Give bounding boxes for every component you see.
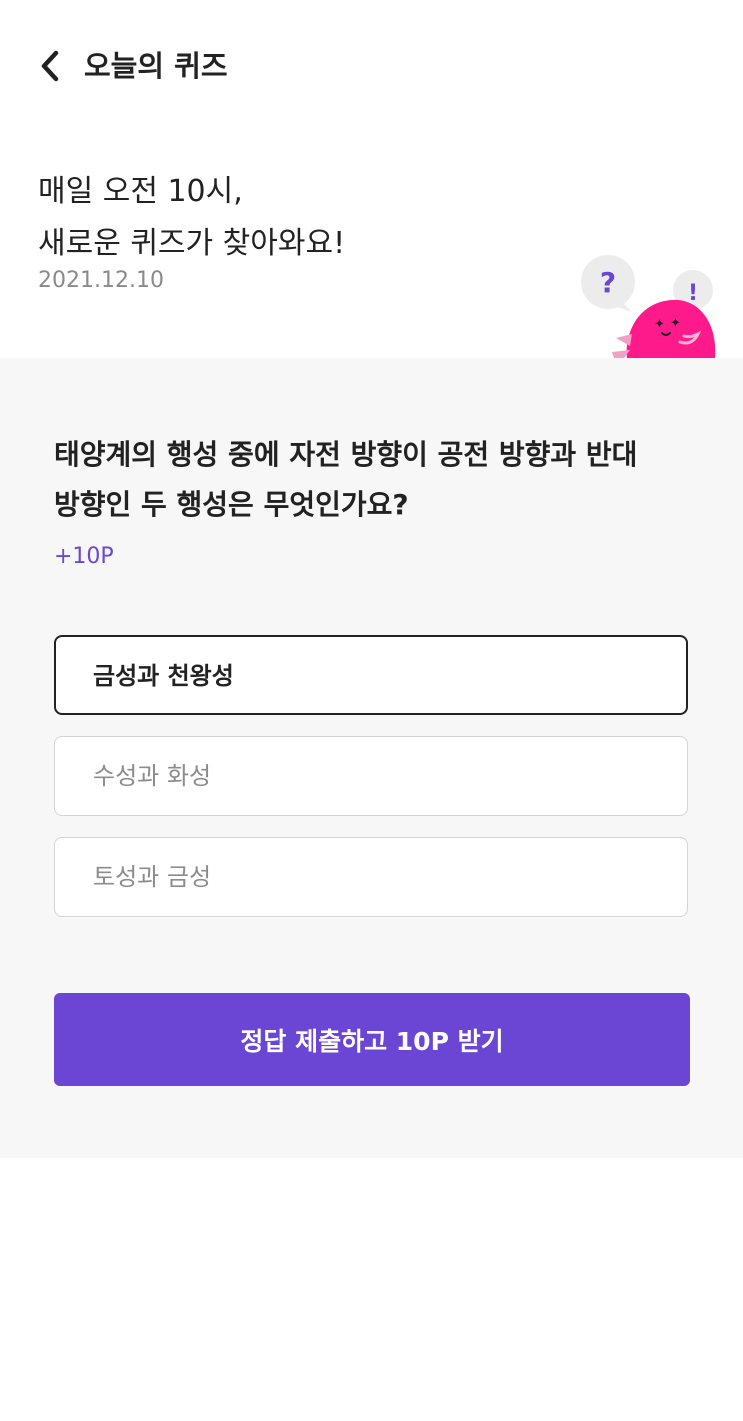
headline-line-2: 새로운 퀴즈가 찾아와요! [38,226,346,261]
quiz-mascot-illustration: ? ! ✦ ✦ [581,255,716,358]
svg-text:✦: ✦ [654,317,665,332]
svg-text:!: ! [688,281,698,306]
quiz-panel: 태양계의 행성 중에 자전 방향이 공전 방향과 반대 방향인 두 행성은 무엇… [0,358,743,1158]
app-header: 오늘의 퀴즈 [0,0,743,130]
question-line-2: 방향인 두 행성은 무엇인가요? [54,488,409,521]
answer-option-label: 수성과 화성 [93,762,212,790]
quiz-date: 2021.12.10 [38,268,164,293]
answer-option-2[interactable]: 수성과 화성 [54,736,688,816]
answer-option-3[interactable]: 토성과 금성 [54,837,688,917]
submit-button-label: 정답 제출하고 10P 받기 [240,1026,504,1056]
answer-option-label: 금성과 천왕성 [93,662,234,690]
question-bubble-icon: ? [581,255,635,312]
quiz-question: 태양계의 행성 중에 자전 방향이 공전 방향과 반대 방향인 두 행성은 무엇… [54,430,704,530]
answer-option-label: 토성과 금성 [93,863,212,891]
svg-text:?: ? [600,266,616,299]
answer-option-1[interactable]: 금성과 천왕성 [54,635,688,715]
headline-line-1: 매일 오전 10시, [38,174,243,209]
svg-text:✦: ✦ [670,316,681,331]
quiz-intro: 매일 오전 10시, 새로운 퀴즈가 찾아와요! 2021.12.10 ? ! … [0,130,743,358]
question-line-1: 태양계의 행성 중에 자전 방향이 공전 방향과 반대 [54,438,638,471]
points-badge: +10P [54,544,114,569]
submit-answer-button[interactable]: 정답 제출하고 10P 받기 [54,993,690,1086]
chevron-left-icon [41,50,59,82]
back-button[interactable] [30,46,70,86]
page-title: 오늘의 퀴즈 [84,49,228,83]
headline: 매일 오전 10시, 새로운 퀴즈가 찾아와요! [38,166,345,270]
